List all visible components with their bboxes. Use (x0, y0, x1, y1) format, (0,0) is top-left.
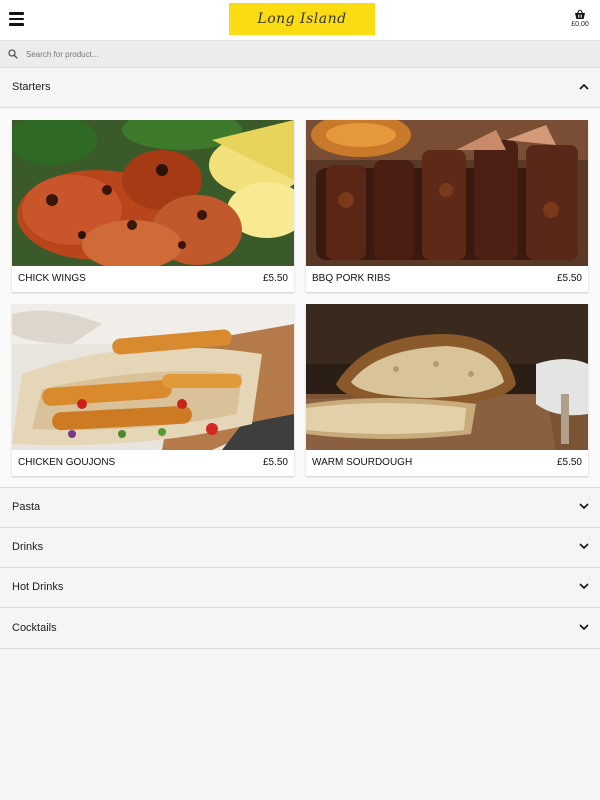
category-hot-drinks[interactable]: Hot Drinks (0, 568, 600, 608)
chevron-down-icon[interactable] (579, 583, 589, 590)
chevron-down-icon[interactable] (579, 624, 589, 631)
category-label: Pasta (12, 501, 41, 513)
starters-product-grid: CHICK WINGS £5.50 BBQ PORK RIBS £5.50 CH… (0, 108, 600, 488)
product-price: £5.50 (262, 457, 288, 468)
product-price: £5.50 (262, 273, 288, 284)
shopping-basket-icon (575, 9, 585, 19)
product-name: CHICKEN GOUJONS (18, 457, 116, 468)
chevron-up-icon[interactable] (579, 83, 589, 90)
category-drinks[interactable]: Drinks (0, 528, 600, 568)
search-icon (8, 49, 18, 59)
warm-sourdough-image (306, 304, 588, 450)
category-label: Cocktails (12, 622, 57, 634)
product-card-warm-sourdough[interactable]: WARM SOURDOUGH £5.50 (306, 304, 588, 476)
bbq-pork-ribs-image (306, 120, 588, 266)
basket-total: £0.00 (571, 21, 589, 28)
product-card-chick-wings[interactable]: CHICK WINGS £5.50 (12, 120, 294, 292)
product-card-bbq-pork-ribs[interactable]: BBQ PORK RIBS £5.50 (306, 120, 588, 292)
category-starters[interactable]: Starters (0, 68, 600, 108)
category-label: Hot Drinks (12, 581, 64, 593)
product-price: £5.50 (556, 457, 582, 468)
product-card-chicken-goujons[interactable]: CHICKEN GOUJONS £5.50 (12, 304, 294, 476)
product-name: BBQ PORK RIBS (312, 273, 391, 284)
chick-wings-image (12, 120, 294, 266)
basket-button[interactable]: £0.00 (568, 9, 592, 28)
hamburger-menu-icon[interactable] (9, 12, 24, 28)
chicken-goujons-image (12, 304, 294, 450)
top-header: Long Island £0.00 (0, 0, 600, 41)
search-bar (0, 41, 600, 68)
product-price: £5.50 (556, 273, 582, 284)
category-label: Starters (12, 81, 51, 93)
search-input[interactable] (26, 45, 586, 64)
logo-text: Long Island (257, 11, 347, 27)
category-pasta[interactable]: Pasta (0, 488, 600, 528)
chevron-down-icon[interactable] (579, 503, 589, 510)
product-name: CHICK WINGS (18, 273, 86, 284)
category-cocktails[interactable]: Cocktails (0, 609, 600, 649)
category-label: Drinks (12, 541, 44, 553)
brand-logo[interactable]: Long Island (229, 3, 375, 35)
product-name: WARM SOURDOUGH (312, 457, 413, 468)
chevron-down-icon[interactable] (579, 543, 589, 550)
